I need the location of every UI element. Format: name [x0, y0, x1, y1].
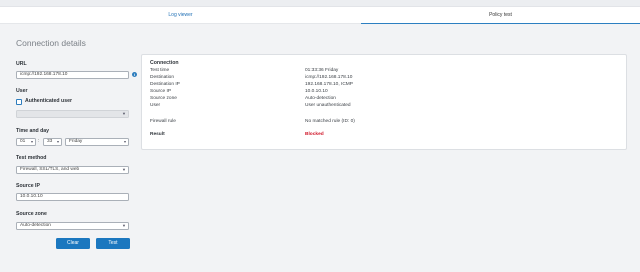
result-key: Result	[150, 132, 165, 137]
user-label: User	[16, 88, 28, 94]
test-time-value: 01:33:36 Friday	[305, 68, 339, 73]
destination-ip-key: Destination IP	[150, 82, 180, 87]
tab-policy-test[interactable]: Policy test	[361, 7, 640, 24]
firewall-rule-key: Firewall rule	[150, 119, 176, 124]
test-method-label: Test method	[16, 155, 47, 161]
result-status: Blocked	[305, 132, 324, 137]
destination-ip-value: 192.168.178.10, ICMP	[305, 82, 354, 87]
url-label: URL	[16, 61, 27, 67]
test-time-key: Test time	[150, 68, 170, 73]
active-tab-indicator	[361, 23, 640, 24]
day-select[interactable]: Friday ▾	[65, 138, 129, 146]
source-zone-value: Auto-detection	[20, 223, 51, 228]
firewall-rule-value: No matched rule (ID: 0)	[305, 119, 355, 124]
info-icon[interactable]: i	[132, 72, 137, 77]
time-and-day-label: Time and day	[16, 128, 50, 134]
connection-title: Connection	[150, 60, 179, 66]
tab-log-viewer[interactable]: Log viewer	[0, 7, 361, 23]
source-zone-key: Source zone	[150, 96, 177, 101]
hour-select[interactable]: 01 ▾	[16, 138, 36, 146]
source-zone-result-value: Auto-detection	[305, 96, 336, 101]
clear-button[interactable]: Clear	[56, 238, 90, 249]
source-zone-select[interactable]: Auto-detection ▼	[16, 222, 129, 230]
url-input[interactable]: icmp://192.168.178.10	[16, 71, 129, 79]
chevron-down-icon: ▼	[122, 167, 126, 172]
authenticated-user-checkbox[interactable]	[16, 99, 22, 105]
tab-bar: Log viewer Policy test	[0, 7, 640, 24]
user-value: User unauthenticated	[305, 103, 351, 108]
test-method-select[interactable]: Firewall, SSL/TLS, and web ▼	[16, 166, 129, 174]
time-separator: :	[38, 138, 40, 144]
source-ip-value: 10.0.10.10	[20, 194, 43, 199]
chevron-down-icon: ▾	[30, 139, 33, 144]
test-button[interactable]: Test	[96, 238, 130, 249]
hour-value: 01	[20, 139, 26, 144]
destination-value: icmp://192.168.178.10	[305, 75, 353, 80]
chevron-down-icon: ▼	[122, 111, 126, 116]
user-select: ▼	[16, 110, 129, 118]
source-ip-input[interactable]: 10.0.10.10	[16, 193, 129, 201]
url-input-value: icmp://192.168.178.10	[20, 72, 68, 77]
tab-policy-test-label: Policy test	[489, 12, 512, 18]
chevron-down-icon: ▾	[123, 139, 126, 144]
chevron-down-icon: ▾	[56, 139, 59, 144]
chevron-down-icon: ▼	[122, 223, 126, 228]
source-ip-label: Source IP	[16, 183, 40, 189]
top-strip	[0, 0, 640, 7]
connection-details-title: Connection details	[16, 38, 86, 48]
source-zone-label: Source zone	[16, 211, 47, 217]
destination-key: Destination	[150, 75, 174, 80]
minute-value: 33	[47, 139, 53, 144]
minute-select[interactable]: 33 ▾	[43, 138, 62, 146]
result-panel: Connection Test time 01:33:36 Friday Des…	[141, 54, 627, 150]
authenticated-user-label: Authenticated user	[25, 98, 72, 104]
test-method-value: Firewall, SSL/TLS, and web	[20, 167, 80, 172]
user-key: User	[150, 103, 161, 108]
day-value: Friday	[69, 139, 83, 144]
source-ip-key: Source IP	[150, 89, 172, 94]
source-ip-result-value: 10.0.10.10	[305, 89, 328, 94]
